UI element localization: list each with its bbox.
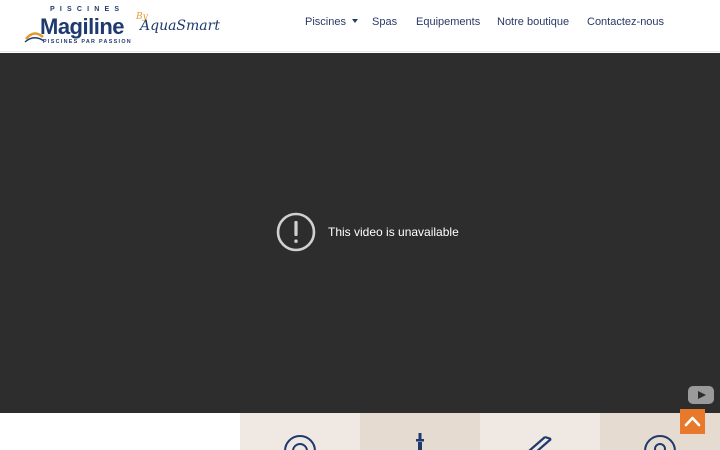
- feature-tile-1[interactable]: [240, 413, 360, 450]
- nav-spas[interactable]: Spas: [372, 16, 397, 32]
- circle-icon: [644, 435, 676, 450]
- feature-tile-3[interactable]: [480, 413, 600, 450]
- nav-piscines-label: Piscines: [305, 16, 346, 28]
- aquasmart-name: AquaSmart: [140, 18, 220, 34]
- video-player[interactable]: This video is unavailable: [0, 53, 720, 413]
- nav-equipements[interactable]: Equipements: [416, 16, 480, 32]
- scroll-to-top-button[interactable]: [680, 409, 705, 434]
- site-header: PISCINES Magiline PISCINES PAR PASSION B…: [0, 0, 720, 52]
- gear-circle-icon: [284, 435, 316, 450]
- aquasmart-logo[interactable]: By AquaSmart: [136, 12, 220, 42]
- video-unavailable-message: This video is unavailable: [328, 225, 459, 239]
- nav-contact[interactable]: Contactez-nous: [587, 16, 664, 32]
- caret-down-icon: [351, 19, 358, 23]
- chevron-up-icon: [684, 416, 701, 427]
- feature-tile-2[interactable]: [360, 413, 480, 450]
- feature-tiles: [0, 413, 720, 450]
- tower-icon: [416, 433, 424, 450]
- logo-tagline: PISCINES PAR PASSION: [43, 39, 133, 45]
- tools-icon: [528, 435, 552, 450]
- logo-top-text: PISCINES: [50, 6, 125, 13]
- magiline-logo[interactable]: PISCINES Magiline PISCINES PAR PASSION: [24, 6, 131, 48]
- alert-icon: [276, 212, 316, 252]
- nav-boutique[interactable]: Notre boutique: [497, 16, 569, 32]
- youtube-icon[interactable]: [688, 386, 714, 404]
- logo-brand: Magiline: [40, 14, 125, 39]
- nav-piscines[interactable]: Piscines: [305, 16, 358, 32]
